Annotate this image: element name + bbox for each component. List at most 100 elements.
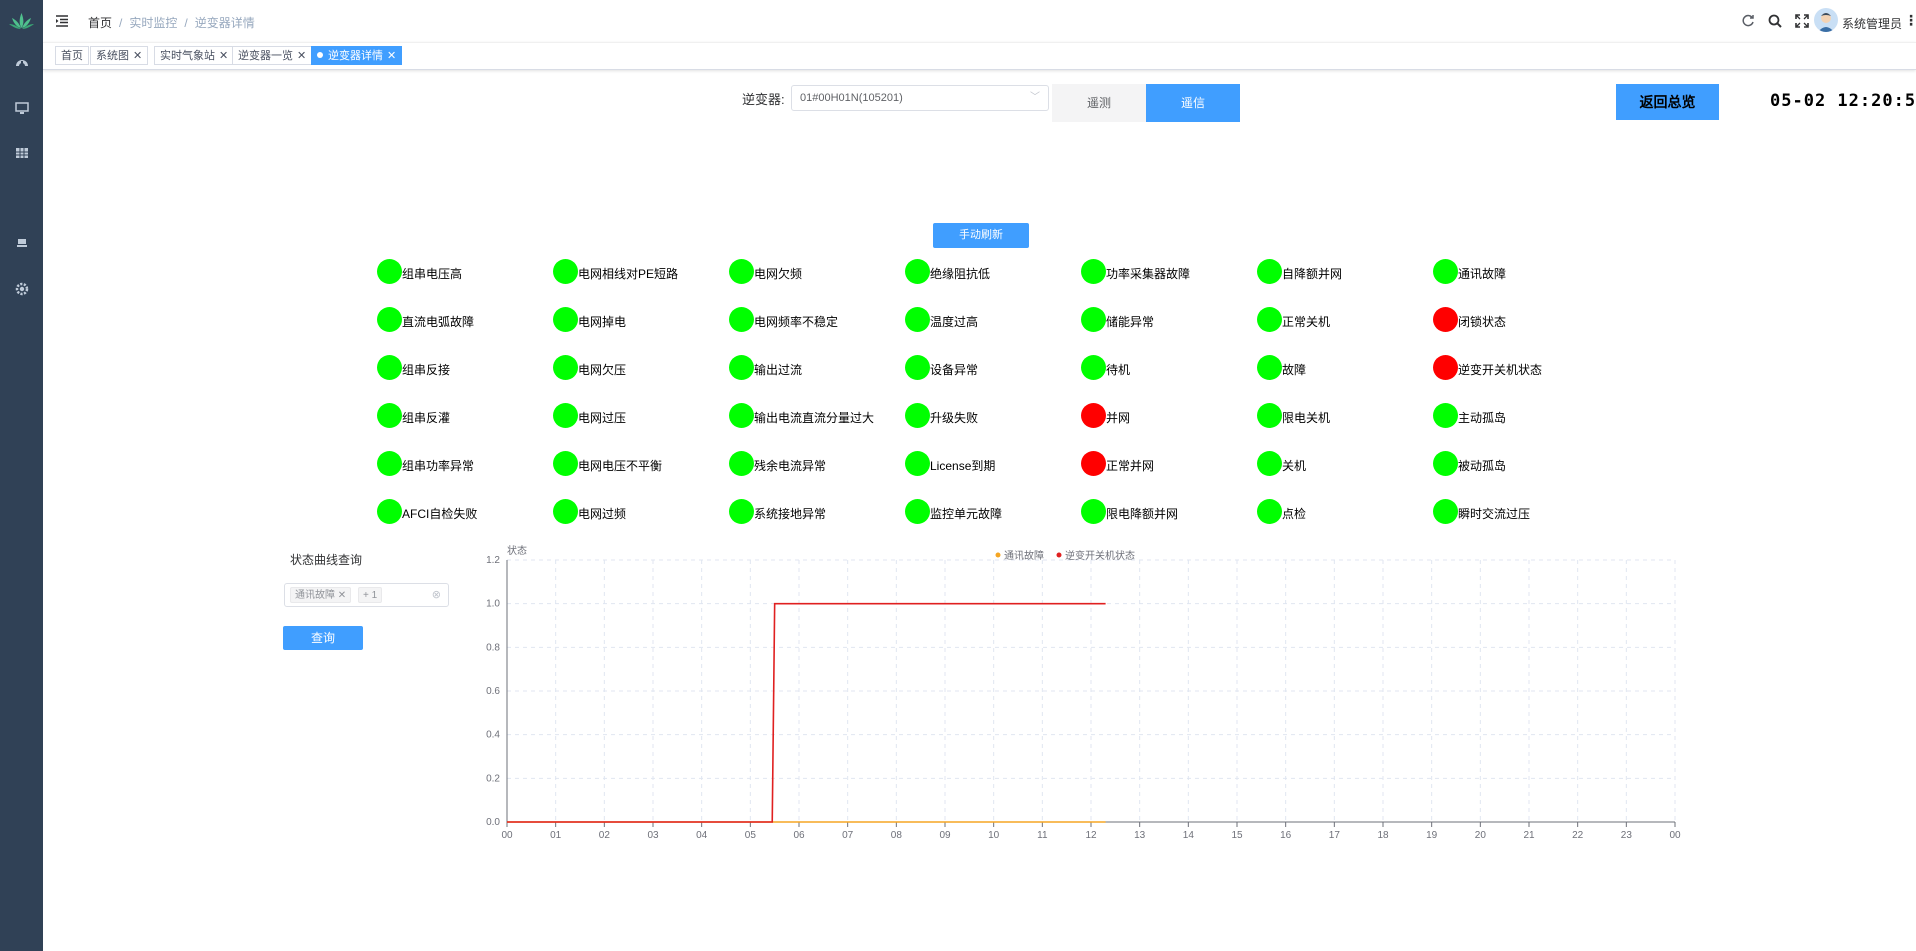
close-icon[interactable]: ✕ bbox=[219, 50, 228, 62]
tab-system-diagram[interactable]: 系统图 ✕ bbox=[90, 46, 149, 65]
status-label: 输出电流直流分量过大 bbox=[754, 411, 875, 425]
back-to-overview-button[interactable]: 返回总览 bbox=[1616, 84, 1719, 120]
menu-toggle-icon[interactable] bbox=[55, 14, 69, 28]
x-tick-label: 06 bbox=[793, 830, 805, 841]
dashboard-icon[interactable] bbox=[14, 55, 30, 71]
status-light-icon bbox=[905, 355, 930, 380]
status-indicator: 待机 bbox=[1079, 353, 1249, 381]
status-label: 储能异常 bbox=[1106, 315, 1155, 329]
status-label: AFCI自检失败 bbox=[402, 507, 478, 521]
x-tick-label: 02 bbox=[599, 830, 611, 841]
more-vertical-icon[interactable]: ⋮ bbox=[1904, 12, 1916, 29]
status-light-icon bbox=[377, 307, 402, 332]
monitor-icon[interactable] bbox=[14, 100, 30, 116]
status-label: 温度过高 bbox=[930, 315, 979, 329]
status-indicator: 瞬时交流过压 bbox=[1431, 497, 1601, 525]
status-indicator: 主动孤岛 bbox=[1431, 401, 1601, 429]
status-indicator: 输出过流 bbox=[727, 353, 897, 381]
avatar[interactable] bbox=[1814, 8, 1838, 32]
status-label: 点检 bbox=[1282, 507, 1307, 521]
status-light-icon bbox=[553, 307, 578, 332]
tab-label: 逆变器一览 bbox=[238, 50, 293, 62]
clear-icon[interactable]: ⊗ bbox=[432, 588, 441, 601]
tab-label: 系统图 bbox=[96, 50, 129, 62]
tab-inverter-list[interactable]: 逆变器一览 ✕ bbox=[232, 46, 313, 65]
tab-home[interactable]: 首页 bbox=[55, 46, 89, 65]
close-icon[interactable]: ✕ bbox=[297, 50, 306, 62]
status-label: 组串反灌 bbox=[402, 411, 451, 425]
status-light-icon bbox=[553, 403, 578, 428]
telesignal-button[interactable]: 遥信 bbox=[1146, 84, 1240, 122]
close-icon[interactable]: ✕ bbox=[338, 590, 346, 601]
status-light-icon bbox=[553, 499, 578, 524]
telemetry-button[interactable]: 遥测 bbox=[1052, 84, 1146, 122]
status-light-icon bbox=[1081, 451, 1106, 476]
status-label: 组串功率异常 bbox=[402, 459, 475, 473]
breadcrumb-separator: / bbox=[119, 16, 123, 30]
status-indicator: 系统接地异常 bbox=[727, 497, 897, 525]
status-label: 故障 bbox=[1282, 363, 1307, 377]
status-indicator: 自降额并网 bbox=[1255, 257, 1425, 285]
query-button[interactable]: 查询 bbox=[283, 626, 363, 650]
x-tick-label: 09 bbox=[939, 830, 951, 841]
y-tick-label: 0.4 bbox=[486, 730, 500, 741]
status-light-icon bbox=[1433, 499, 1458, 524]
status-light-icon bbox=[905, 259, 930, 284]
status-label: 通讯故障 bbox=[1458, 267, 1507, 281]
status-indicator: 逆变开关机状态 bbox=[1431, 353, 1601, 381]
settings-icon[interactable] bbox=[14, 281, 30, 297]
status-label: 功率采集器故障 bbox=[1106, 267, 1191, 281]
status-light-icon bbox=[1257, 259, 1282, 284]
inverter-select-value: 01#00H01N(105201) bbox=[800, 92, 903, 104]
refresh-icon[interactable] bbox=[1740, 13, 1756, 29]
fullscreen-icon[interactable] bbox=[1794, 13, 1810, 29]
status-light-icon bbox=[1433, 451, 1458, 476]
status-light-icon bbox=[1081, 307, 1106, 332]
close-icon[interactable]: ✕ bbox=[387, 50, 396, 62]
status-light-icon bbox=[1433, 259, 1458, 284]
y-tick-label: 0.0 bbox=[486, 817, 500, 828]
status-indicator: 组串功率异常 bbox=[375, 449, 545, 477]
status-indicator: 限电降额并网 bbox=[1079, 497, 1249, 525]
status-label: 主动孤岛 bbox=[1458, 411, 1507, 425]
user-avatar-icon bbox=[1818, 13, 1834, 32]
status-label: 自降额并网 bbox=[1282, 267, 1343, 281]
tab-weather-station[interactable]: 实时气象站 ✕ bbox=[154, 46, 235, 65]
status-light-icon bbox=[729, 307, 754, 332]
navbar-right: 系统管理员 ⋮ bbox=[1716, 0, 1916, 42]
close-icon[interactable]: ✕ bbox=[133, 50, 142, 62]
status-indicator: 电网相线对PE短路 bbox=[551, 257, 721, 285]
x-tick-label: 15 bbox=[1231, 830, 1243, 841]
status-light-icon bbox=[729, 259, 754, 284]
status-indicator: 电网过频 bbox=[551, 497, 721, 525]
tab-inverter-detail[interactable]: 逆变器详情 ✕ bbox=[311, 46, 403, 65]
manual-refresh-button[interactable]: 手动刷新 bbox=[933, 223, 1029, 248]
status-indicator: 点检 bbox=[1255, 497, 1425, 525]
status-label: 升级失败 bbox=[930, 411, 979, 425]
username[interactable]: 系统管理员 bbox=[1842, 15, 1902, 32]
status-indicator: 限电关机 bbox=[1255, 401, 1425, 429]
status-label: 组串电压高 bbox=[402, 267, 463, 281]
status-light-icon bbox=[905, 451, 930, 476]
status-label: 监控单元故障 bbox=[930, 507, 1003, 521]
breadcrumb-realtime[interactable]: 实时监控 bbox=[129, 16, 177, 30]
status-indicator: 电网欠频 bbox=[727, 257, 897, 285]
chevron-down-icon: ﹀ bbox=[1030, 92, 1040, 103]
curve-query-title: 状态曲线查询 bbox=[290, 553, 363, 567]
status-label: 系统接地异常 bbox=[754, 507, 827, 521]
status-indicator: 关机 bbox=[1255, 449, 1425, 477]
status-light-icon bbox=[1081, 403, 1106, 428]
status-light-icon bbox=[553, 259, 578, 284]
status-label: 闭锁状态 bbox=[1458, 315, 1507, 329]
signal-multiselect[interactable]: 通讯故障 ✕ + 1 ⊗ bbox=[284, 583, 449, 607]
report-icon[interactable] bbox=[14, 235, 30, 251]
status-indicator: 温度过高 bbox=[903, 305, 1073, 333]
breadcrumb-home[interactable]: 首页 bbox=[88, 16, 112, 30]
status-label: License到期 bbox=[930, 459, 996, 473]
y-tick-label: 0.8 bbox=[486, 642, 500, 653]
status-indicator: AFCI自检失败 bbox=[375, 497, 545, 525]
search-icon[interactable] bbox=[1767, 13, 1783, 29]
legend-label: 通讯故障 bbox=[1004, 549, 1044, 562]
inverter-select[interactable]: 01#00H01N(105201) ﹀ bbox=[791, 85, 1049, 111]
table-icon[interactable] bbox=[14, 145, 30, 161]
